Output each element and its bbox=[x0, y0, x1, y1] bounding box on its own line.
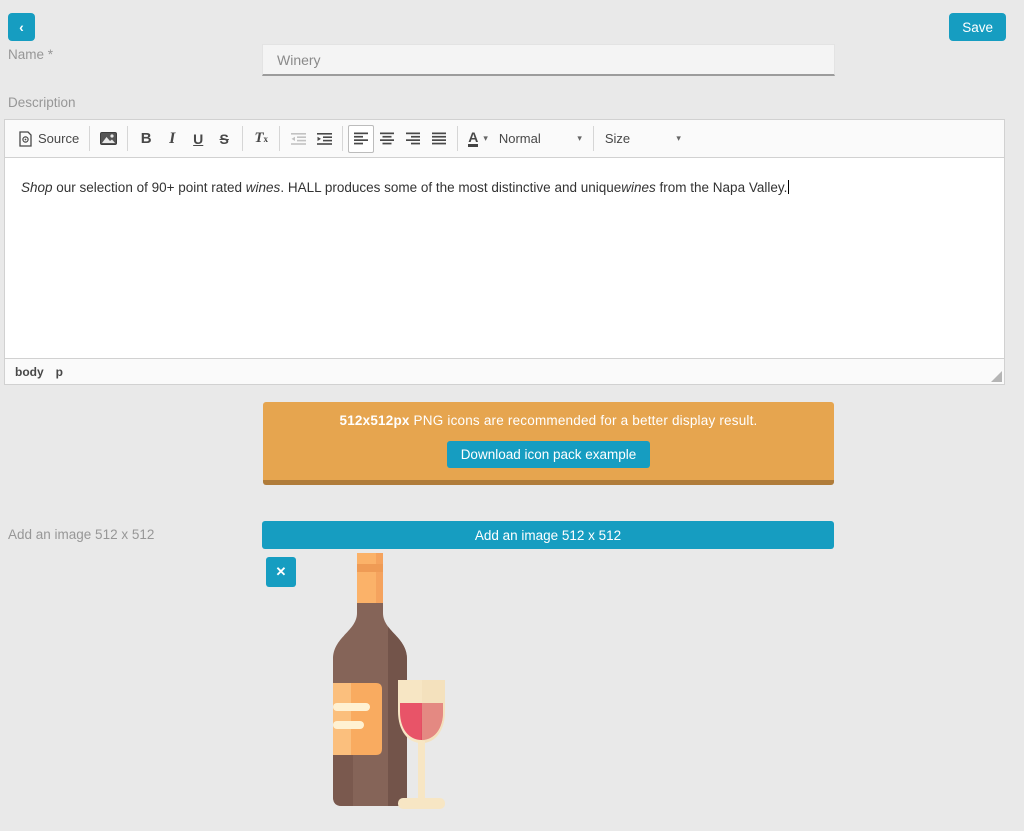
font-size-value: Size bbox=[605, 131, 630, 146]
editor-status-bar: body p bbox=[5, 358, 1004, 384]
toolbar-separator bbox=[89, 126, 90, 151]
font-size-dropdown[interactable]: Size ▾ bbox=[599, 125, 687, 153]
align-right-button[interactable] bbox=[400, 125, 426, 153]
chevron-down-icon: ▾ bbox=[483, 133, 488, 144]
justify-button[interactable] bbox=[426, 125, 452, 153]
paragraph-format-dropdown[interactable]: Normal ▾ bbox=[493, 125, 588, 153]
banner-text: 512x512px PNG icons are recommended for … bbox=[263, 413, 834, 428]
toolbar-separator bbox=[342, 126, 343, 151]
align-left-button[interactable] bbox=[348, 125, 374, 153]
italic-button[interactable]: I bbox=[159, 125, 185, 153]
rich-text-editor: Source B I U S Tx bbox=[4, 119, 1005, 385]
toolbar-separator bbox=[457, 126, 458, 151]
add-image-button[interactable]: Add an image 512 x 512 bbox=[262, 521, 834, 549]
align-left-icon bbox=[354, 132, 368, 145]
banner-bold-text: 512x512px bbox=[339, 413, 409, 428]
element-path-body[interactable]: body bbox=[15, 365, 44, 379]
source-button-label: Source bbox=[38, 131, 79, 146]
justify-icon bbox=[432, 132, 446, 145]
toolbar-separator bbox=[593, 126, 594, 151]
strikethrough-button[interactable]: S bbox=[211, 125, 237, 153]
editor-toolbar: Source B I U S Tx bbox=[5, 120, 1004, 158]
editor-content-area[interactable]: Shop our selection of 90+ point rated wi… bbox=[5, 158, 1004, 358]
indent-button[interactable] bbox=[311, 125, 337, 153]
remove-format-sub: x bbox=[264, 134, 269, 144]
remove-image-button[interactable]: ✕ bbox=[266, 557, 296, 587]
chevron-down-icon: ▾ bbox=[676, 133, 681, 144]
add-image-label: Add an image 512 x 512 bbox=[8, 527, 154, 542]
text-color-icon: A bbox=[468, 130, 478, 147]
paragraph-format-value: Normal bbox=[499, 131, 541, 146]
chevron-down-icon: ▾ bbox=[577, 133, 582, 144]
toolbar-separator bbox=[279, 126, 280, 151]
bold-button[interactable]: B bbox=[133, 125, 159, 153]
download-icon-pack-button[interactable]: Download icon pack example bbox=[447, 441, 651, 468]
underline-button[interactable]: U bbox=[185, 125, 211, 153]
insert-image-button[interactable] bbox=[95, 125, 122, 153]
source-button[interactable]: Source bbox=[13, 125, 84, 153]
align-right-icon bbox=[406, 132, 420, 145]
toolbar-separator bbox=[127, 126, 128, 151]
remove-format-label: T bbox=[254, 130, 263, 147]
align-center-button[interactable] bbox=[374, 125, 400, 153]
toolbar-separator bbox=[242, 126, 243, 151]
description-label: Description bbox=[8, 95, 76, 110]
text-color-button[interactable]: A ▾ bbox=[463, 125, 493, 153]
outdent-button bbox=[285, 125, 311, 153]
name-input[interactable] bbox=[262, 44, 835, 76]
outdent-icon bbox=[291, 132, 306, 146]
align-center-icon bbox=[380, 132, 394, 145]
name-label: Name * bbox=[8, 47, 53, 62]
element-path-p[interactable]: p bbox=[56, 365, 63, 379]
save-button[interactable]: Save bbox=[949, 13, 1006, 41]
back-button[interactable]: ‹ bbox=[8, 13, 35, 41]
editor-paragraph: Shop our selection of 90+ point rated wi… bbox=[21, 178, 988, 198]
icon-recommendation-banner: 512x512px PNG icons are recommended for … bbox=[263, 402, 834, 485]
text-cursor bbox=[788, 180, 789, 194]
banner-regular-text: PNG icons are recommended for a better d… bbox=[410, 413, 758, 428]
editor-resize-handle[interactable] bbox=[991, 371, 1002, 382]
remove-format-button[interactable]: Tx bbox=[248, 125, 274, 153]
wine-bottle-illustration bbox=[330, 553, 448, 809]
indent-icon bbox=[317, 132, 332, 146]
source-icon bbox=[18, 131, 33, 147]
image-icon bbox=[100, 132, 117, 145]
